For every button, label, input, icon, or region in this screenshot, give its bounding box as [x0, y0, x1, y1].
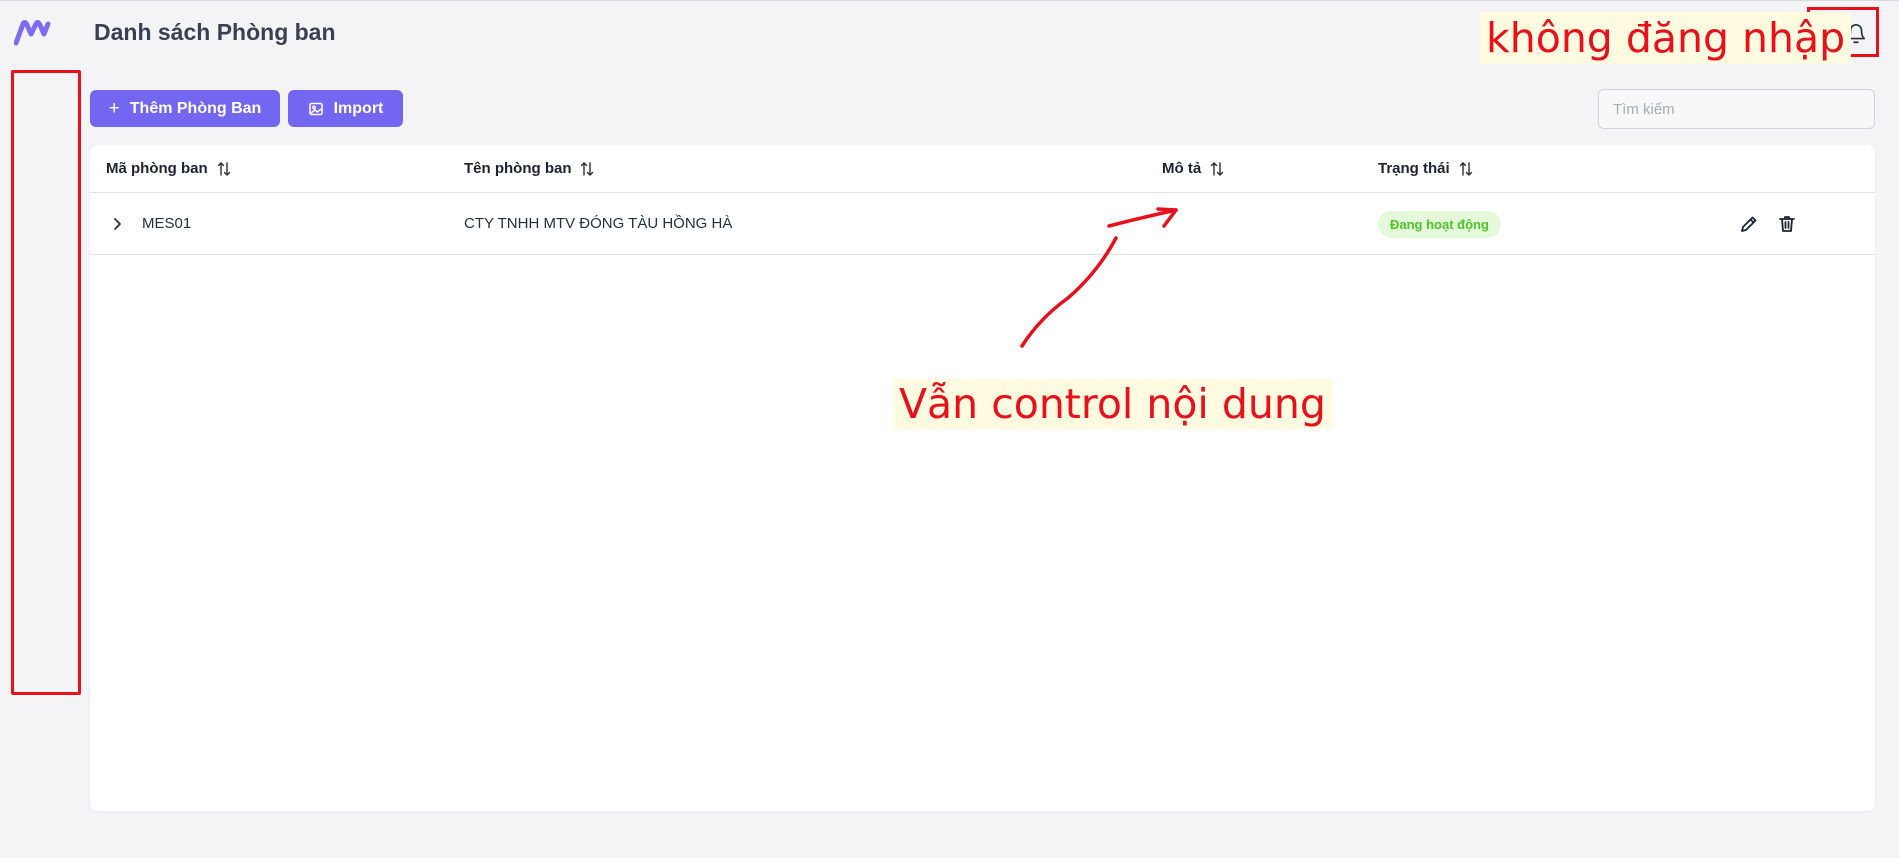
edit-button[interactable] — [1738, 213, 1760, 235]
table-header: Mã phòng ban Tên phòng ban Mô tả Trạng t… — [90, 145, 1875, 193]
department-table: Mã phòng ban Tên phòng ban Mô tả Trạng t… — [90, 145, 1875, 811]
column-header-name[interactable]: Tên phòng ban — [464, 160, 595, 177]
image-import-icon — [308, 102, 323, 115]
annotation-sidebar-box — [11, 70, 81, 695]
sort-icon — [581, 161, 594, 176]
delete-button[interactable] — [1776, 213, 1798, 235]
annotation-content-note: Vẫn control nội dung — [893, 379, 1332, 429]
annotation-login-note: không đăng nhập — [1480, 12, 1852, 64]
import-button[interactable]: Import — [288, 90, 403, 127]
logo-m-icon[interactable] — [14, 20, 52, 46]
page-title: Danh sách Phòng ban — [94, 19, 336, 45]
column-header-description[interactable]: Mô tả — [1162, 160, 1225, 177]
column-label: Mô tả — [1162, 160, 1202, 177]
column-label: Mã phòng ban — [106, 160, 208, 177]
annotation-arrow — [1020, 207, 1178, 348]
top-border — [0, 0, 1899, 1]
pencil-icon — [1741, 216, 1757, 232]
plus-icon: + — [108, 98, 120, 119]
column-label: Tên phòng ban — [464, 160, 572, 177]
search-input[interactable] — [1598, 89, 1875, 129]
import-label: Import — [333, 99, 384, 117]
department-name: CTY TNHH MTV ĐÓNG TÀU HỒNG HÀ — [464, 215, 733, 232]
trash-icon — [1779, 216, 1795, 232]
sort-icon — [1210, 161, 1224, 176]
sort-icon — [1459, 161, 1472, 176]
table-row[interactable]: MES01 CTY TNHH MTV ĐÓNG TÀU HỒNG HÀ Đang… — [90, 193, 1875, 255]
department-code: MES01 — [142, 215, 192, 232]
column-header-code[interactable]: Mã phòng ban — [106, 160, 232, 177]
column-label: Trạng thái — [1378, 160, 1450, 177]
status-badge: Đang hoạt động — [1378, 211, 1501, 238]
add-department-button[interactable]: + Thêm Phòng Ban — [90, 90, 280, 127]
add-department-label: Thêm Phòng Ban — [129, 99, 262, 117]
column-header-status[interactable]: Trạng thái — [1378, 160, 1474, 177]
chevron-right-icon[interactable] — [110, 215, 126, 233]
sort-icon — [217, 161, 230, 176]
